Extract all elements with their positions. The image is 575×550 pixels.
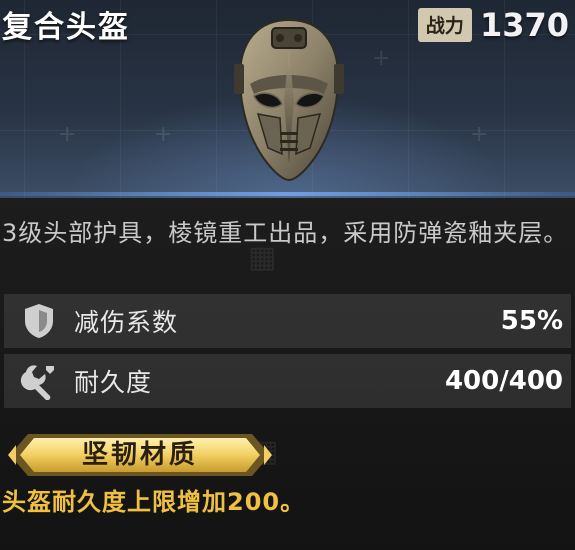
grid-plus-marker: + (58, 122, 77, 147)
stat-label: 减伤系数 (74, 308, 179, 337)
item-preview-header: + + + + 复合头盔 战力 1370 (0, 0, 575, 198)
grid-plus-marker: + (154, 122, 173, 147)
item-description: 3级头部护具，棱镜重工出品，采用防弹瓷釉夹层。 (2, 219, 569, 247)
perk-description: 头盔耐久度上限增加200。 (2, 488, 306, 516)
wrench-icon (4, 362, 74, 400)
combat-power-value: 1370 (479, 6, 569, 44)
combat-power: 战力 1370 (417, 4, 569, 46)
stat-row-durability: 耐久度 400/400 (4, 354, 571, 408)
header-divider (0, 192, 575, 196)
stat-label: 耐久度 (74, 368, 153, 397)
stat-row-damage-reduction: 减伤系数 55% (4, 294, 571, 348)
perk-badge: 坚韧材质 (6, 432, 274, 478)
combat-power-label: 战力 (417, 8, 472, 42)
grid-plus-marker: + (372, 46, 391, 71)
shield-icon (4, 302, 74, 340)
helmet-image (228, 14, 350, 186)
item-title: 复合头盔 (2, 10, 130, 45)
stat-value: 400/400 (444, 366, 563, 396)
stat-value: 55% (500, 306, 563, 336)
grid-plus-marker: + (470, 122, 489, 147)
item-details: ▦ ▦ 3级头部护具，棱镜重工出品，采用防弹瓷釉夹层。 减伤系数 55% 耐久度… (0, 198, 575, 550)
perk-name: 坚韧材质 (81, 440, 198, 470)
